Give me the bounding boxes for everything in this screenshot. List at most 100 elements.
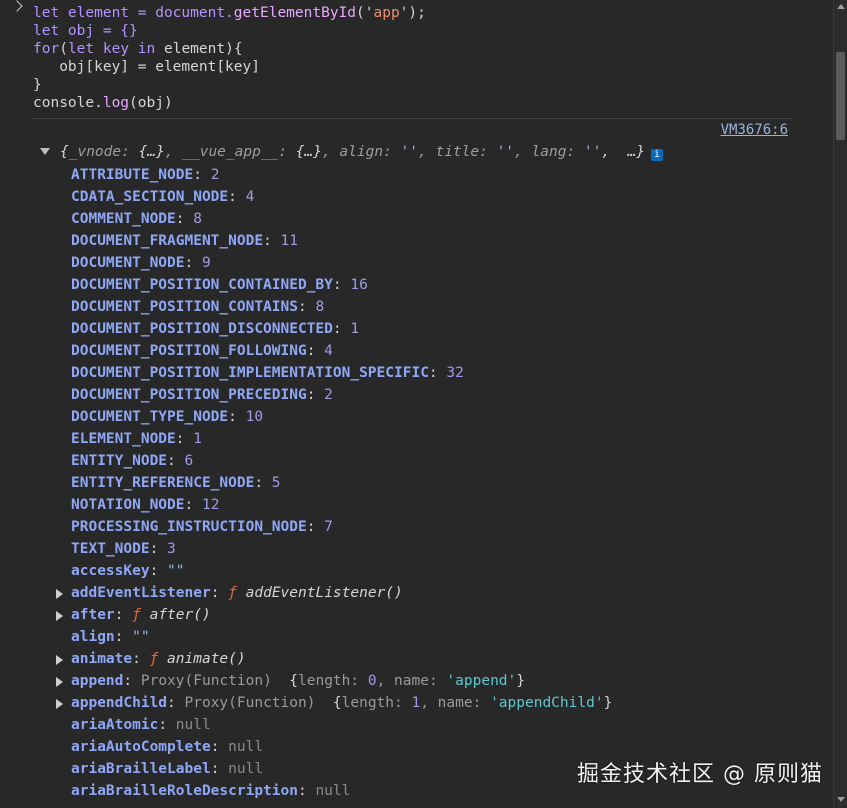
colon: : xyxy=(428,365,447,381)
brace: } xyxy=(516,673,525,689)
property-value: 9 xyxy=(201,255,211,271)
colon: : xyxy=(132,651,150,667)
property-row: ariaAtomic: null xyxy=(0,714,833,736)
code-line: } xyxy=(33,76,42,94)
brace: } xyxy=(603,695,613,711)
property-key: ATTRIBUTE_NODE xyxy=(71,167,194,183)
property-key: DOCUMENT_POSITION_IMPLEMENTATION_SPECIFI… xyxy=(71,365,429,381)
colon: : xyxy=(167,695,185,711)
property-row: COMMENT_NODE: 8 xyxy=(0,208,833,230)
property-row[interactable]: addEventListener: ƒ addEventListener() xyxy=(0,582,833,604)
property-row: align: "" xyxy=(0,626,833,648)
vertical-scrollbar[interactable] xyxy=(833,0,847,808)
property-key: ariaBrailleRoleDescription xyxy=(71,783,298,799)
detail-length: 1 xyxy=(411,695,421,711)
code-token: (' xyxy=(356,5,374,21)
property-key: DOCUMENT_POSITION_FOLLOWING xyxy=(71,343,307,359)
detail-key: length: xyxy=(341,695,412,711)
expand-down-icon[interactable] xyxy=(40,148,50,155)
property-key: ariaAtomic xyxy=(71,717,159,733)
code-token: (obj) xyxy=(129,95,173,111)
code-line: obj[key] = element[key] xyxy=(33,58,260,76)
property-row: TEXT_NODE: 3 xyxy=(0,538,833,560)
property-value: null xyxy=(315,783,351,799)
property-value: 5 xyxy=(271,475,281,491)
property-key: DOCUMENT_NODE xyxy=(71,255,185,271)
expand-right-icon[interactable] xyxy=(56,655,63,665)
colon: : xyxy=(114,607,133,623)
detail-length: 0 xyxy=(367,673,377,689)
property-value: 11 xyxy=(280,233,298,249)
detail-name: 'appendChild' xyxy=(490,695,604,711)
expand-right-icon[interactable] xyxy=(56,589,63,599)
code-token: ( xyxy=(59,41,68,57)
code-token: element){ xyxy=(163,41,243,57)
property-value: 1 xyxy=(350,321,360,337)
code-token: element = document. xyxy=(67,5,234,21)
property-value: 12 xyxy=(201,497,220,513)
property-key: DOCUMENT_POSITION_DISCONNECTED xyxy=(71,321,333,337)
property-value: after() xyxy=(149,607,211,623)
property-row: DOCUMENT_POSITION_IMPLEMENTATION_SPECIFI… xyxy=(0,362,833,384)
code-token: obj = {} xyxy=(67,23,138,39)
code-token: log xyxy=(102,95,130,111)
summary-token: { xyxy=(60,144,69,160)
function-icon: ƒ xyxy=(132,607,150,623)
property-row: DOCUMENT_POSITION_PRECEDING: 2 xyxy=(0,384,833,406)
property-key: align xyxy=(71,629,115,645)
property-row: ENTITY_REFERENCE_NODE: 5 xyxy=(0,472,833,494)
colon: : xyxy=(123,673,141,689)
property-value: null xyxy=(228,739,264,755)
property-key: ELEMENT_NODE xyxy=(71,431,176,447)
source-link[interactable]: VM3676:6 xyxy=(721,122,788,138)
expand-right-icon[interactable] xyxy=(56,611,63,621)
property-row[interactable]: animate: ƒ animate() xyxy=(0,648,833,670)
colon: : xyxy=(184,497,202,513)
prompt-chevron-icon xyxy=(11,0,23,12)
colon: : xyxy=(167,453,185,469)
colon: : xyxy=(175,431,194,447)
colon: : xyxy=(193,167,211,183)
scrollbar-thumb[interactable] xyxy=(836,52,845,140)
property-key: ariaAutoComplete xyxy=(71,739,211,755)
colon: : xyxy=(297,783,316,799)
summary-token: , …} xyxy=(601,144,646,160)
property-key: ariaBrailleLabel xyxy=(71,761,211,777)
scroll-down-icon[interactable] xyxy=(837,797,845,802)
property-row[interactable]: after: ƒ after() xyxy=(0,604,833,626)
expand-right-icon[interactable] xyxy=(56,677,63,687)
property-list: ATTRIBUTE_NODE: 2 CDATA_SECTION_NODE: 4 CO… xyxy=(0,164,833,802)
object-summary[interactable]: {_vnode: {…}, __vue_app__: {…}, align: '… xyxy=(40,142,664,162)
code-line: for(let key in element){ xyxy=(33,40,243,58)
property-row: PROCESSING_INSTRUCTION_NODE: 7 xyxy=(0,516,833,538)
property-value: Proxy(Function) xyxy=(184,695,333,711)
property-key: appendChild xyxy=(71,695,168,711)
property-key: TEXT_NODE xyxy=(71,541,150,557)
property-value: 2 xyxy=(210,167,220,183)
property-key: NOTATION_NODE xyxy=(71,497,185,513)
property-value: 8 xyxy=(315,299,325,315)
summary-token: __vue_app__: xyxy=(182,144,296,160)
property-key: addEventListener xyxy=(71,585,211,601)
colon: : xyxy=(332,321,351,337)
colon: : xyxy=(149,563,168,579)
property-row: DOCUMENT_POSITION_CONTAINED_BY: 16 xyxy=(0,274,833,296)
property-row: DOCUMENT_POSITION_CONTAINS: 8 xyxy=(0,296,833,318)
brace: { xyxy=(332,695,342,711)
colon: : xyxy=(263,233,281,249)
property-key: DOCUMENT_POSITION_CONTAINS xyxy=(71,299,298,315)
expand-right-icon[interactable] xyxy=(56,699,63,709)
colon: : xyxy=(210,585,229,601)
property-row: DOCUMENT_NODE: 9 xyxy=(0,252,833,274)
property-row[interactable]: appendChild: Proxy(Function) {length: 1,… xyxy=(0,692,833,714)
divider xyxy=(33,118,793,119)
code-token: key xyxy=(102,41,138,57)
property-row[interactable]: append: Proxy(Function) {length: 0, name… xyxy=(0,670,833,692)
colon: : xyxy=(306,387,325,403)
property-row: ELEMENT_NODE: 1 xyxy=(0,428,833,450)
property-key: DOCUMENT_TYPE_NODE xyxy=(71,409,229,425)
property-value: 4 xyxy=(324,343,333,359)
scroll-up-icon[interactable] xyxy=(837,4,845,9)
summary-token: '' xyxy=(583,144,602,160)
info-icon[interactable]: i xyxy=(651,149,664,161)
